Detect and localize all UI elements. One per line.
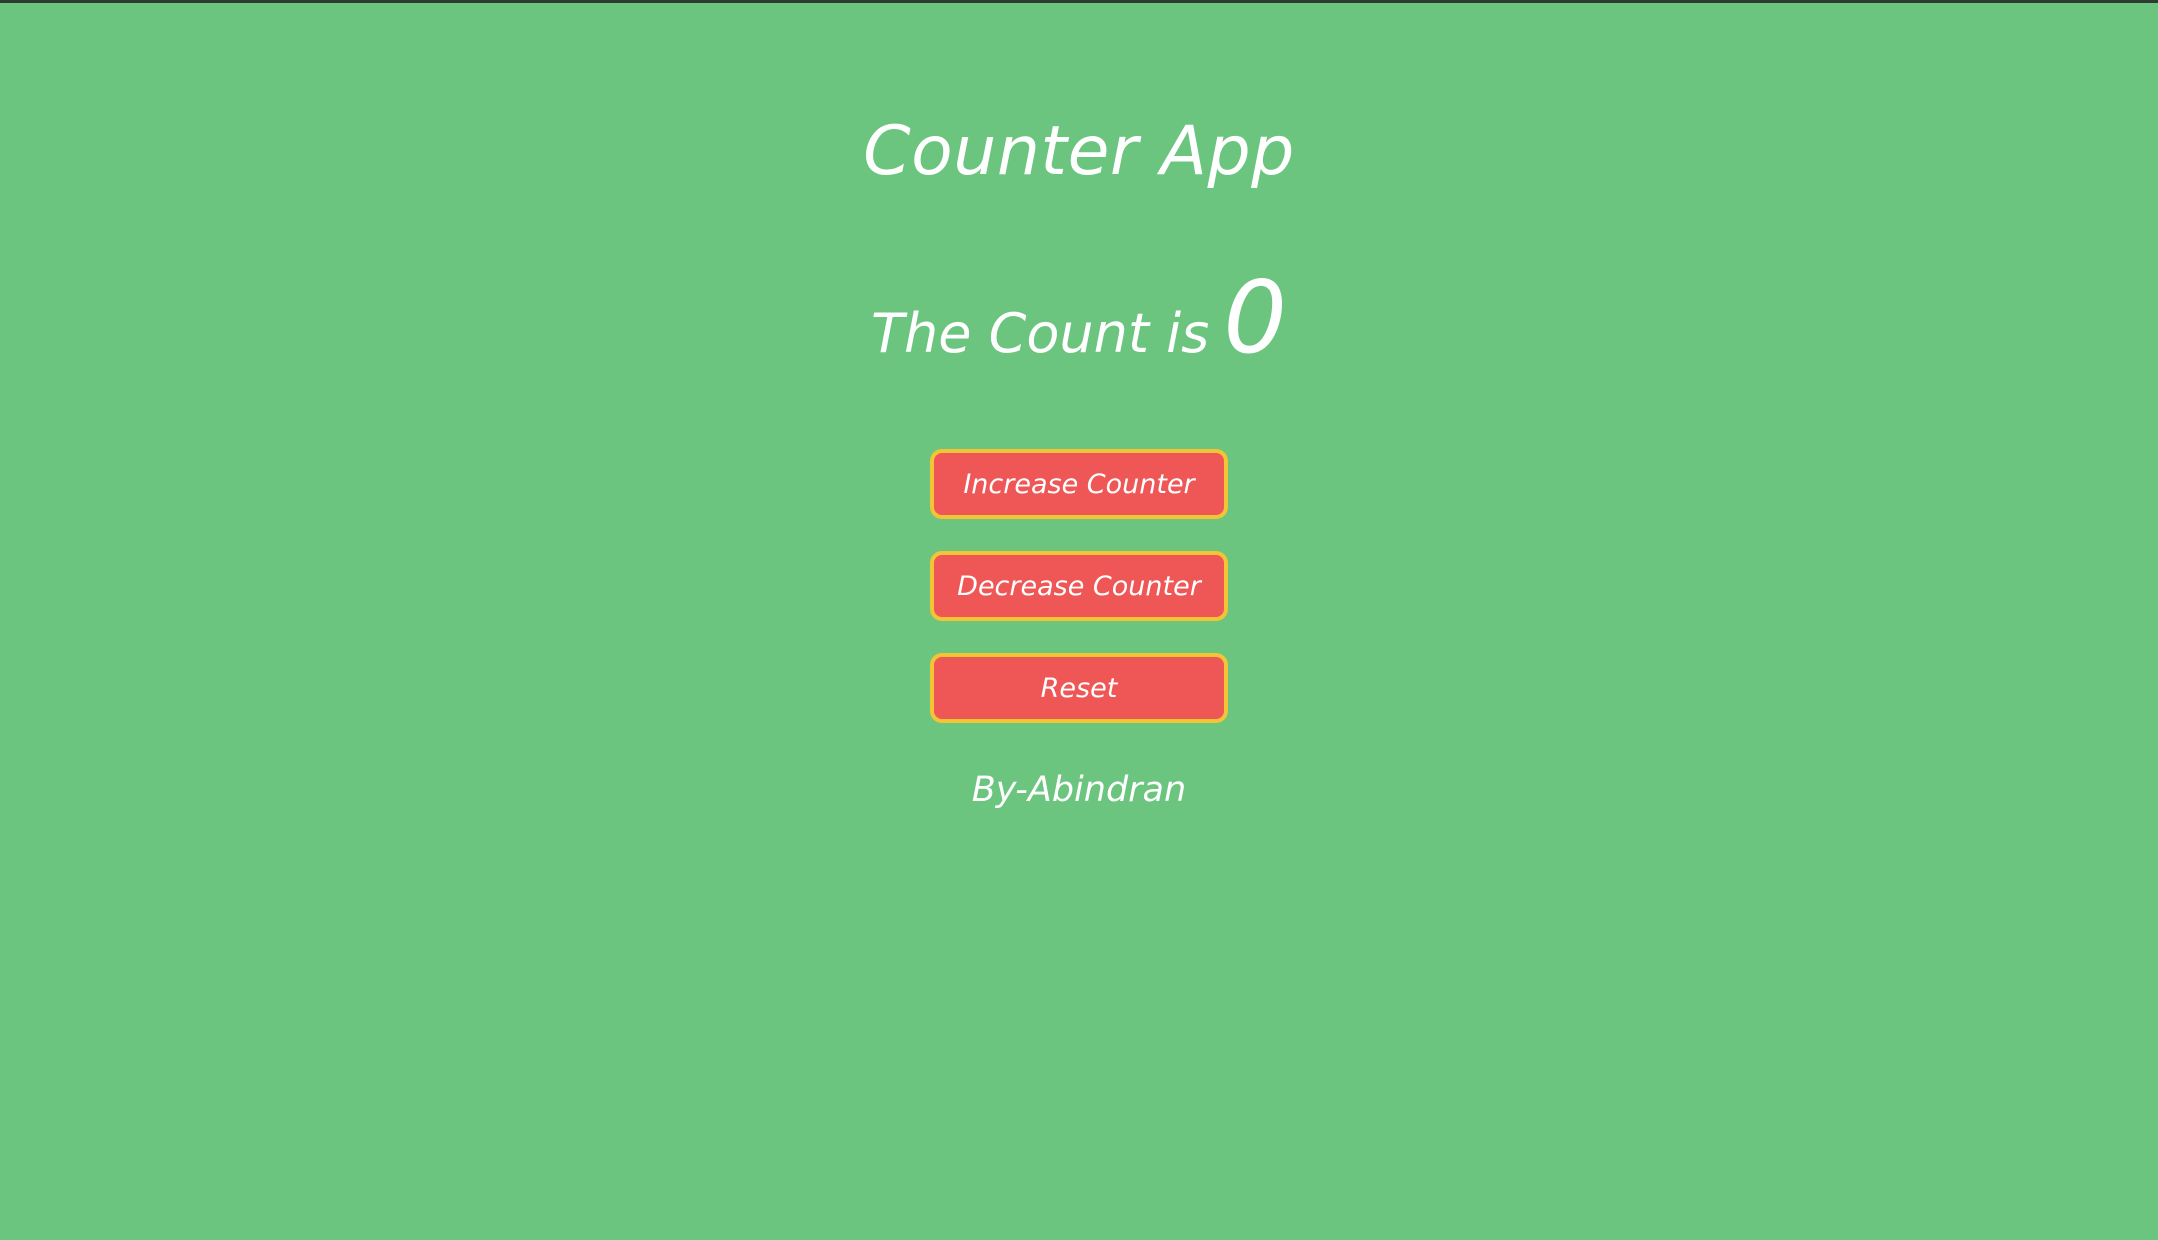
author-credit: By-Abindran <box>971 770 1187 810</box>
count-value: 0 <box>1223 259 1287 376</box>
count-display: The Count is 0 <box>0 268 2158 368</box>
increase-counter-button[interactable]: Increase Counter <box>930 449 1228 519</box>
reset-button[interactable]: Reset <box>930 653 1228 723</box>
count-label: The Count is <box>871 302 1210 365</box>
decrease-counter-button[interactable]: Decrease Counter <box>930 551 1228 621</box>
app-title: Counter App <box>863 112 1295 191</box>
counter-app: Counter App The Count is 0 Increase Count… <box>0 0 2158 1240</box>
